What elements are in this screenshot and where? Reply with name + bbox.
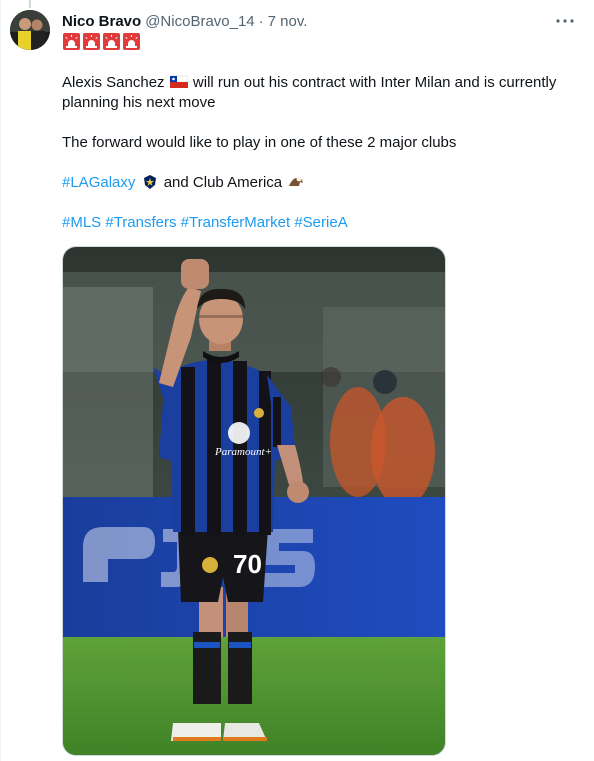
hashtag-link[interactable]: #TransferMarket bbox=[181, 214, 290, 231]
rotating-light-icon bbox=[103, 33, 120, 50]
separator-dot: · bbox=[258, 12, 264, 30]
tweet-text-line: planning his next move bbox=[62, 94, 216, 111]
tweet-card[interactable]: Nico Bravo @NicoBravo_14 · 7 nov. Alexis… bbox=[0, 0, 594, 761]
jersey-sponsor: Paramount+ bbox=[214, 446, 272, 458]
hashtag-link[interactable]: #SerieA bbox=[294, 214, 347, 231]
text-fragment: will run out his contract with Inter Mil… bbox=[192, 74, 557, 91]
rotating-light-icon bbox=[83, 33, 100, 50]
tweet-text-line: The forward would like to play in one of… bbox=[62, 134, 457, 151]
alert-emoji-row bbox=[63, 33, 140, 50]
author-name[interactable]: Nico Bravo bbox=[62, 13, 141, 30]
text-fragment: Alexis Sanchez bbox=[62, 74, 165, 91]
la-galaxy-crest-icon bbox=[141, 174, 159, 190]
text-fragment: and Club America bbox=[163, 174, 283, 191]
author-handle[interactable]: @NicoBravo_14 bbox=[145, 13, 254, 30]
rotating-light-icon bbox=[63, 33, 80, 50]
hashtag-link[interactable]: #MLS bbox=[62, 214, 101, 231]
rotating-light-icon bbox=[123, 33, 140, 50]
eagle-icon bbox=[287, 174, 305, 190]
more-options-icon[interactable] bbox=[553, 10, 577, 32]
hashtag-link[interactable]: #Transfers bbox=[105, 214, 176, 231]
tweet-media-photo[interactable]: 70 Paramount+ bbox=[62, 246, 446, 756]
tweet-text-line: #LAGalaxy and Club America bbox=[62, 173, 306, 193]
tweet-header: Nico Bravo @NicoBravo_14 · 7 nov. bbox=[62, 11, 307, 31]
thread-connector bbox=[29, 0, 31, 8]
tweet-text-line: Alexis Sanchez will run out his contract… bbox=[62, 73, 556, 93]
timestamp[interactable]: 7 nov. bbox=[268, 13, 308, 30]
hashtag-link[interactable]: #LAGalaxy bbox=[62, 174, 135, 191]
hashtag-row: #MLS #Transfers #TransferMarket #SerieA bbox=[62, 213, 348, 233]
chile-flag-icon bbox=[169, 74, 188, 90]
avatar[interactable] bbox=[10, 10, 50, 50]
jersey-number: 70 bbox=[233, 549, 262, 579]
